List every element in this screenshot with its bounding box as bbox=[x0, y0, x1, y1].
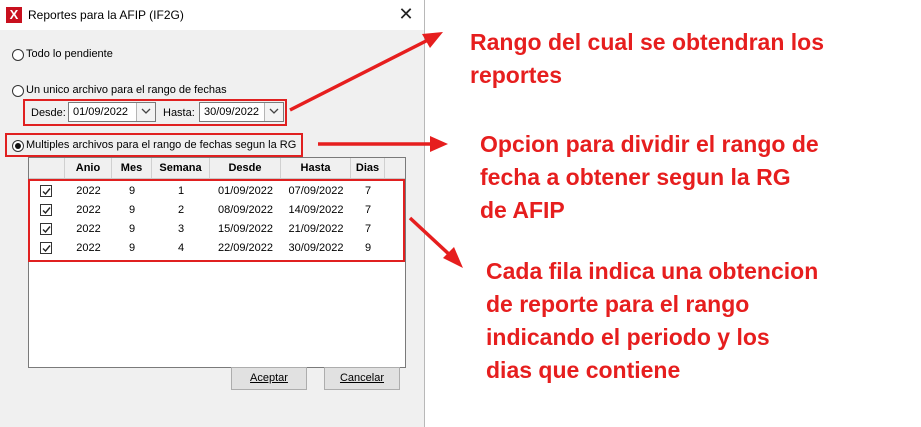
arrow-rango bbox=[289, 38, 429, 112]
arrowhead-opcion bbox=[430, 136, 448, 152]
annotation-fila-line: de reporte para el rango bbox=[486, 291, 750, 317]
annotation-rango-line: reportes bbox=[470, 62, 563, 88]
annotation-opcion: Opcion para dividir el rango de fecha a … bbox=[480, 128, 819, 227]
annotation-fila-line: Cada fila indica una obtencion bbox=[486, 258, 819, 284]
annotation-fila: Cada fila indica una obtencion de report… bbox=[486, 255, 818, 387]
annotation-fila-line: dias que contiene bbox=[486, 357, 681, 383]
annotation-opcion-line: Opcion para dividir el rango de bbox=[480, 131, 819, 157]
annotation-opcion-line: fecha a obtener segun la RG bbox=[480, 164, 791, 190]
annotation-rango-line: Rango del cual se obtendran los bbox=[470, 29, 825, 55]
annotation-opcion-line: de AFIP bbox=[480, 197, 565, 223]
arrow-fila bbox=[408, 216, 454, 259]
annotation-rango: Rango del cual se obtendran los reportes bbox=[470, 26, 824, 92]
annotation-fila-line: indicando el periodo y los bbox=[486, 324, 770, 350]
